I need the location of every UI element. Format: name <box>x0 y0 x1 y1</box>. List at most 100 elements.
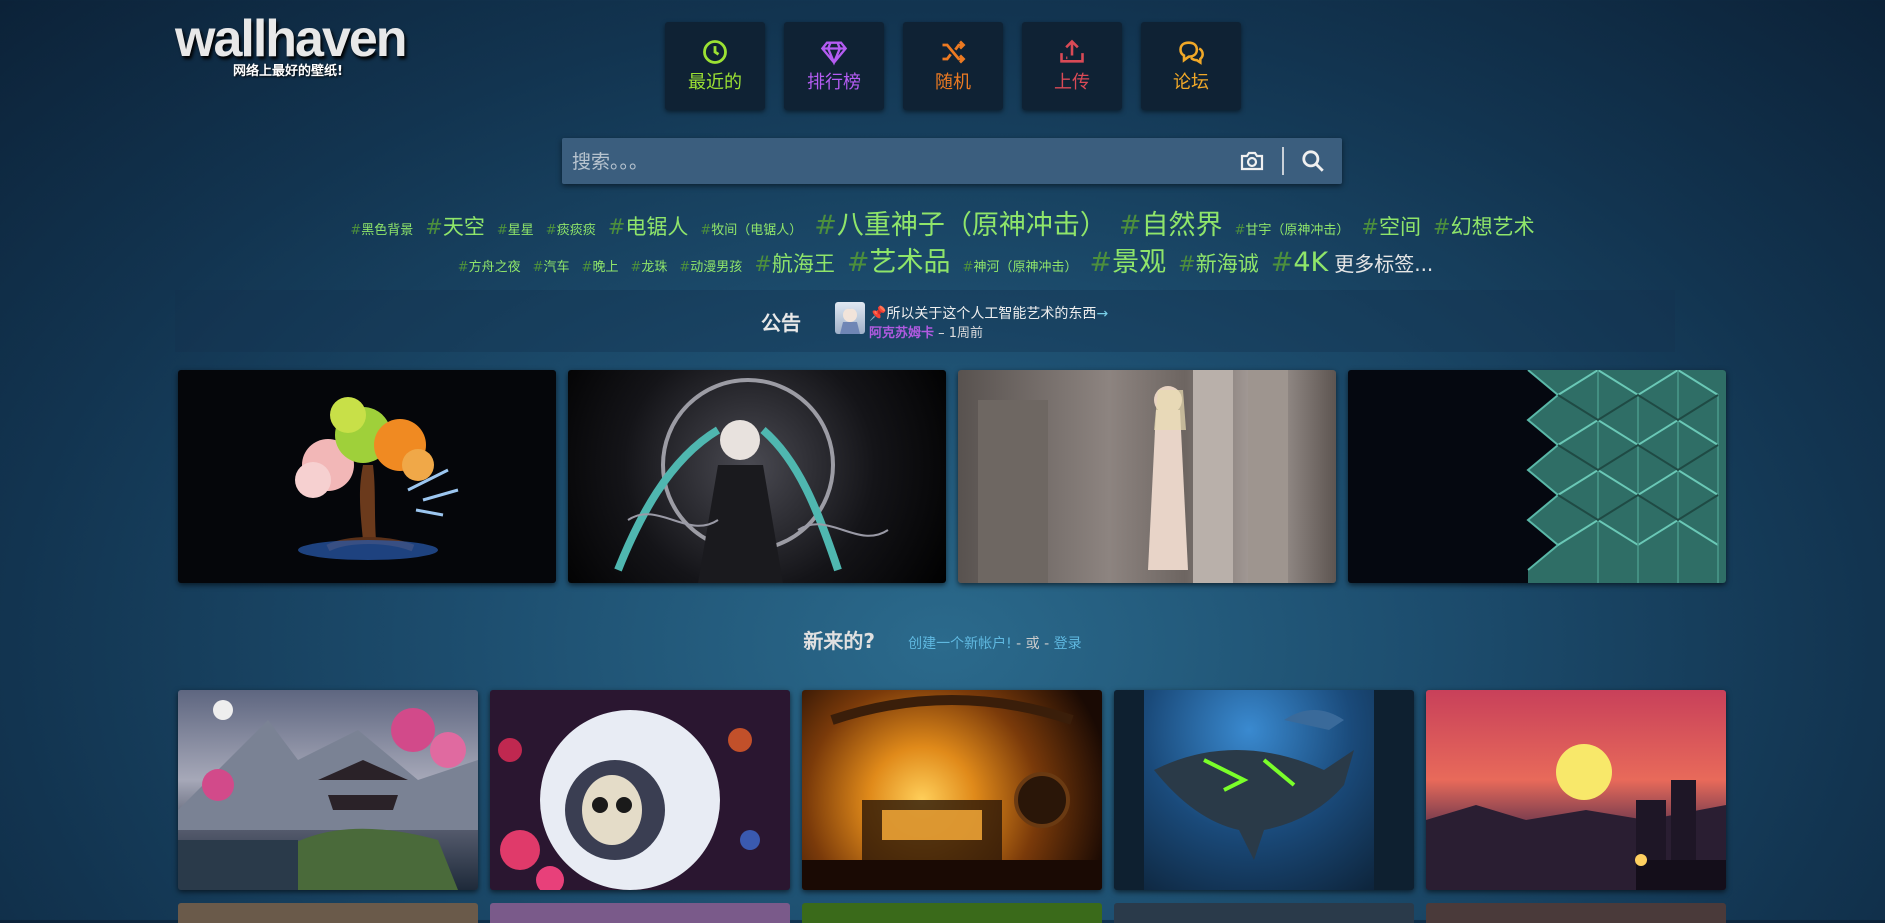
signup-or: - 或 - <box>1016 636 1050 652</box>
tag-label: 神河（原神冲击） <box>973 260 1078 275</box>
tree-image <box>295 397 459 560</box>
tag-label: 方舟之夜 <box>468 260 521 275</box>
hash-icon: # <box>1361 215 1380 239</box>
tag-link[interactable]: #自然界 <box>1119 203 1223 242</box>
featured-thumb-tree[interactable] <box>178 370 556 583</box>
latest-thumb-shark[interactable] <box>1114 690 1414 890</box>
tag-label: 4K <box>1293 247 1329 278</box>
tag-link[interactable]: #景观 <box>1089 240 1166 279</box>
tag-label: 星星 <box>507 223 534 238</box>
chat-icon <box>1179 41 1204 65</box>
camera-icon[interactable] <box>1240 150 1264 172</box>
hash-icon: # <box>350 223 362 238</box>
tag-label: 电锯人 <box>625 215 689 239</box>
latest-thumb-partial-5[interactable] <box>1426 903 1726 923</box>
tag-link[interactable]: #龙珠 <box>630 256 667 275</box>
tag-label: 艺术品 <box>869 247 951 278</box>
anime-image <box>614 378 889 583</box>
tag-link[interactable]: #天空 <box>425 211 485 241</box>
nav-random-label: 随机 <box>935 72 971 93</box>
hash-icon: # <box>962 260 974 275</box>
latest-thumb-forge[interactable] <box>802 690 1102 890</box>
latest-thumb-partial-1[interactable] <box>178 903 478 923</box>
nav-toplist-label: 排行榜 <box>807 72 861 93</box>
featured-thumb-anime[interactable] <box>568 370 946 583</box>
announcement-user[interactable]: 阿克苏姆卡 <box>869 326 934 341</box>
nav-upload-button[interactable]: 上传 <box>1022 22 1122 110</box>
nav-upload-label: 上传 <box>1054 72 1090 93</box>
hash-icon: # <box>1433 215 1451 239</box>
tag-link[interactable]: #牧间（电锯人） <box>700 219 802 238</box>
hash-icon: # <box>532 260 544 275</box>
popular-tags-row-1: #黑色背景 #天空 #星星 #痰痰痰 #电锯人 #牧间（电锯人） #八重神子（原神冲击） #自… <box>0 203 1885 242</box>
hash-icon: # <box>457 260 469 275</box>
shuffle-icon <box>942 40 966 64</box>
featured-thumb-elf[interactable] <box>958 370 1336 583</box>
tag-link[interactable]: #星星 <box>497 219 534 238</box>
hash-icon: # <box>581 260 593 275</box>
featured-wallpapers <box>178 370 1726 583</box>
tag-link[interactable]: #艺术品 <box>847 240 951 279</box>
site-logo[interactable]: wallhaven 网络上最好的壁纸! <box>175 10 415 79</box>
signup-question: 新来的? <box>803 629 875 653</box>
tag-label: 甘宇（原神冲击） <box>1245 223 1350 238</box>
hexagon-image <box>1526 370 1726 583</box>
latest-thumb-partial-3[interactable] <box>802 903 1102 923</box>
tag-link[interactable]: #方舟之夜 <box>458 256 521 275</box>
latest-thumb-partial-4[interactable] <box>1114 903 1414 923</box>
latest-wallpapers <box>178 690 1726 890</box>
hash-icon: # <box>425 215 443 239</box>
featured-thumb-hexagon[interactable] <box>1348 370 1726 583</box>
tag-label: 汽车 <box>543 260 570 275</box>
tag-link[interactable]: #新海诚 <box>1178 248 1259 278</box>
tag-link[interactable]: #电锯人 <box>608 211 689 241</box>
hash-icon: # <box>496 223 508 238</box>
main-nav: 最近的 排行榜 随机 上传 论坛 <box>665 22 1241 110</box>
announcement-title-text: 所以关于这个人工智能艺术的东西 <box>886 306 1097 322</box>
tag-link[interactable]: #神河（原神冲击） <box>963 256 1078 275</box>
avatar[interactable] <box>835 302 865 334</box>
tag-link[interactable]: #空间 <box>1361 211 1421 241</box>
tag-link[interactable]: #痰痰痰 <box>546 219 596 238</box>
tag-label: 天空 <box>442 215 485 239</box>
more-tags-link[interactable]: 更多标签... <box>1334 252 1433 276</box>
hash-icon: # <box>679 260 691 275</box>
clock-icon <box>703 40 727 64</box>
latest-thumb-astronaut[interactable] <box>490 690 790 890</box>
tag-link[interactable]: #4K <box>1271 247 1329 278</box>
nav-toplist-button[interactable]: 排行榜 <box>784 22 884 110</box>
hash-icon: # <box>630 260 642 275</box>
login-link[interactable]: 登录 <box>1054 636 1082 652</box>
tag-link[interactable]: #甘宇（原神冲击） <box>1235 219 1350 238</box>
hash-icon: # <box>1178 252 1196 276</box>
tag-link[interactable]: #幻想艺术 <box>1433 211 1535 241</box>
tag-link[interactable]: #汽车 <box>533 256 570 275</box>
create-account-link[interactable]: 创建一个新帐户! <box>908 636 1012 652</box>
hash-icon: # <box>1118 210 1142 241</box>
tag-link[interactable]: #晚上 <box>582 256 619 275</box>
hash-icon: # <box>1234 223 1246 238</box>
latest-thumb-temple[interactable] <box>178 690 478 890</box>
popular-tags-row-2: #方舟之夜 #汽车 #晚上 #龙珠 #动漫男孩 #航海王 #艺术品 #神河（原神冲击） #景观 #… <box>0 240 1885 279</box>
tag-label: 晚上 <box>592 260 619 275</box>
tag-label: 幻想艺术 <box>1450 215 1535 239</box>
nav-forums-label: 论坛 <box>1173 72 1209 93</box>
nav-forums-button[interactable]: 论坛 <box>1141 22 1241 110</box>
search-icon[interactable] <box>1300 148 1326 174</box>
tag-link[interactable]: #八重神子（原神冲击） <box>814 203 1107 242</box>
tag-link[interactable]: #黑色背景 <box>350 219 413 238</box>
search-input[interactable] <box>570 138 1224 186</box>
tag-label: 痰痰痰 <box>556 223 596 238</box>
announcement-title[interactable]: 📌所以关于这个人工智能艺术的东西→ <box>869 303 1108 323</box>
search-separator <box>1282 147 1284 175</box>
nav-random-button[interactable]: 随机 <box>903 22 1003 110</box>
nav-latest-button[interactable]: 最近的 <box>665 22 765 110</box>
signup-prompt: 新来的? 创建一个新帐户! - 或 - 登录 <box>0 625 1885 654</box>
tag-link[interactable]: #动漫男孩 <box>679 256 742 275</box>
tag-link[interactable]: #航海王 <box>754 248 835 278</box>
latest-thumb-partial-2[interactable] <box>490 903 790 923</box>
astronaut-image <box>498 710 760 890</box>
hash-icon: # <box>700 223 712 238</box>
elf-image <box>978 370 1288 583</box>
latest-thumb-sunset[interactable] <box>1426 690 1726 890</box>
